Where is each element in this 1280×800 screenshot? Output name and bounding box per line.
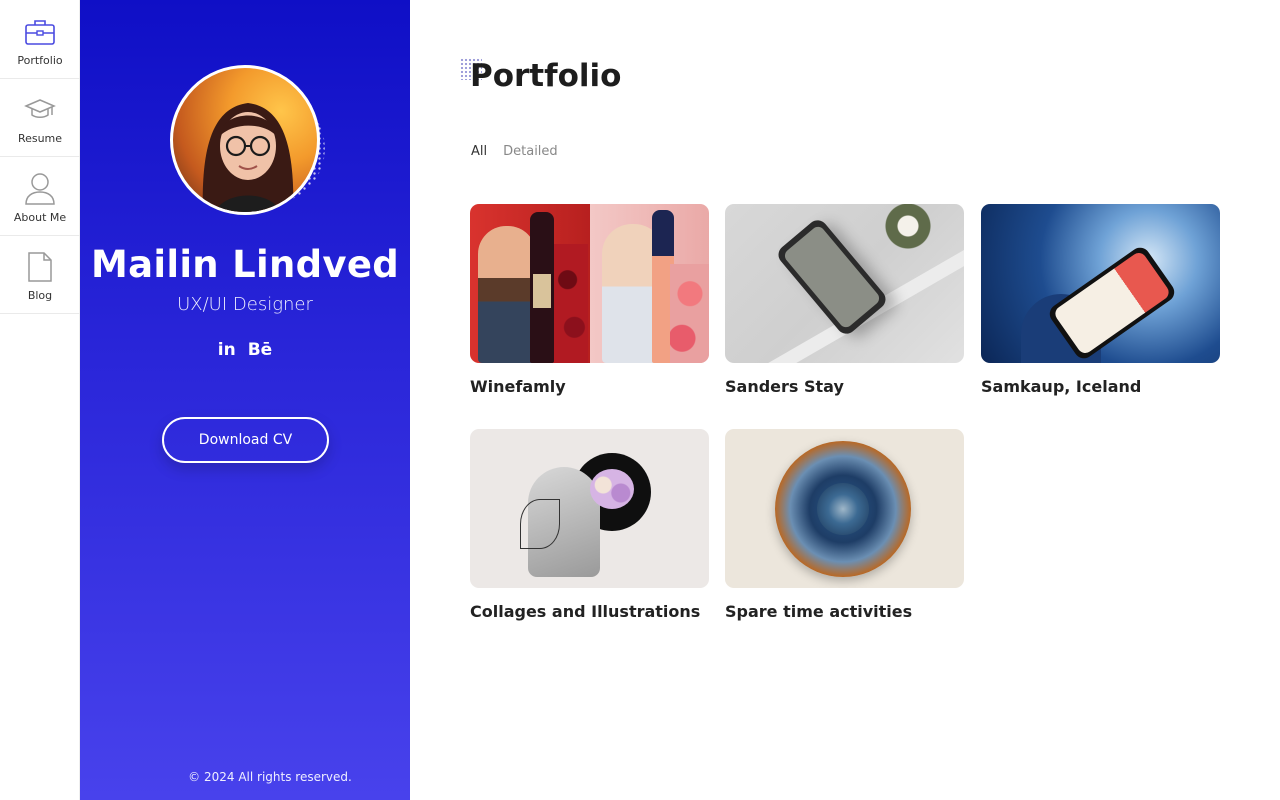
project-card-collages[interactable]: Collages and Illustrations	[470, 429, 709, 621]
portfolio-filters: All Detailed	[471, 144, 558, 159]
nav-item-portfolio[interactable]: Portfolio	[0, 0, 80, 79]
filter-detailed[interactable]: Detailed	[503, 144, 558, 159]
project-thumbnail	[470, 204, 709, 363]
nav-item-about-me[interactable]: About Me	[0, 157, 80, 236]
project-thumbnail	[470, 429, 709, 588]
project-title: Collages and Illustrations	[470, 602, 701, 621]
profile-panel: Mailin Lindved UX/UI Designer in Bē Down…	[80, 0, 410, 800]
nav-label: Portfolio	[17, 53, 63, 67]
nav-label: About Me	[13, 210, 67, 224]
avatar	[170, 65, 320, 215]
project-card-winefamly[interactable]: Winefamly	[470, 204, 709, 396]
copyright-text: © 2024 All rights reserved.	[188, 770, 352, 784]
social-links: in Bē	[80, 340, 410, 360]
project-card-sanders-stay[interactable]: Sanders Stay	[725, 204, 964, 396]
project-thumbnail	[725, 204, 964, 363]
linkedin-icon[interactable]: in	[218, 340, 236, 360]
graduation-cap-icon	[23, 93, 57, 127]
behance-icon[interactable]: Bē	[248, 340, 273, 360]
user-icon	[23, 172, 57, 206]
briefcase-icon	[23, 15, 57, 49]
project-card-samkaup[interactable]: Samkaup, Iceland	[981, 204, 1220, 396]
main-content: Portfolio All Detailed Winefamly Sanders…	[410, 0, 1280, 800]
filter-all[interactable]: All	[471, 144, 487, 159]
download-cv-button[interactable]: Download CV	[162, 417, 329, 463]
profile-role: UX/UI Designer	[177, 294, 313, 315]
project-title: Winefamly	[470, 377, 566, 396]
nav-item-blog[interactable]: Blog	[0, 236, 80, 314]
profile-name: Mailin Lindved	[90, 243, 400, 286]
avatar-portrait	[202, 103, 294, 212]
project-thumbnail	[981, 204, 1220, 363]
project-thumbnail	[725, 429, 964, 588]
avatar-wrapper	[170, 65, 332, 215]
nav-label: Blog	[27, 289, 53, 303]
project-title: Samkaup, Iceland	[981, 377, 1142, 396]
nav-item-resume[interactable]: Resume	[0, 79, 80, 157]
project-title: Spare time activities	[725, 602, 913, 621]
project-card-spare-time[interactable]: Spare time activities	[725, 429, 964, 621]
page-title: Portfolio	[470, 58, 622, 94]
document-icon	[23, 250, 57, 284]
nav-label: Resume	[17, 132, 63, 146]
sidebar-nav: Portfolio Resume About Me Blog	[0, 0, 80, 800]
project-title: Sanders Stay	[725, 377, 844, 396]
